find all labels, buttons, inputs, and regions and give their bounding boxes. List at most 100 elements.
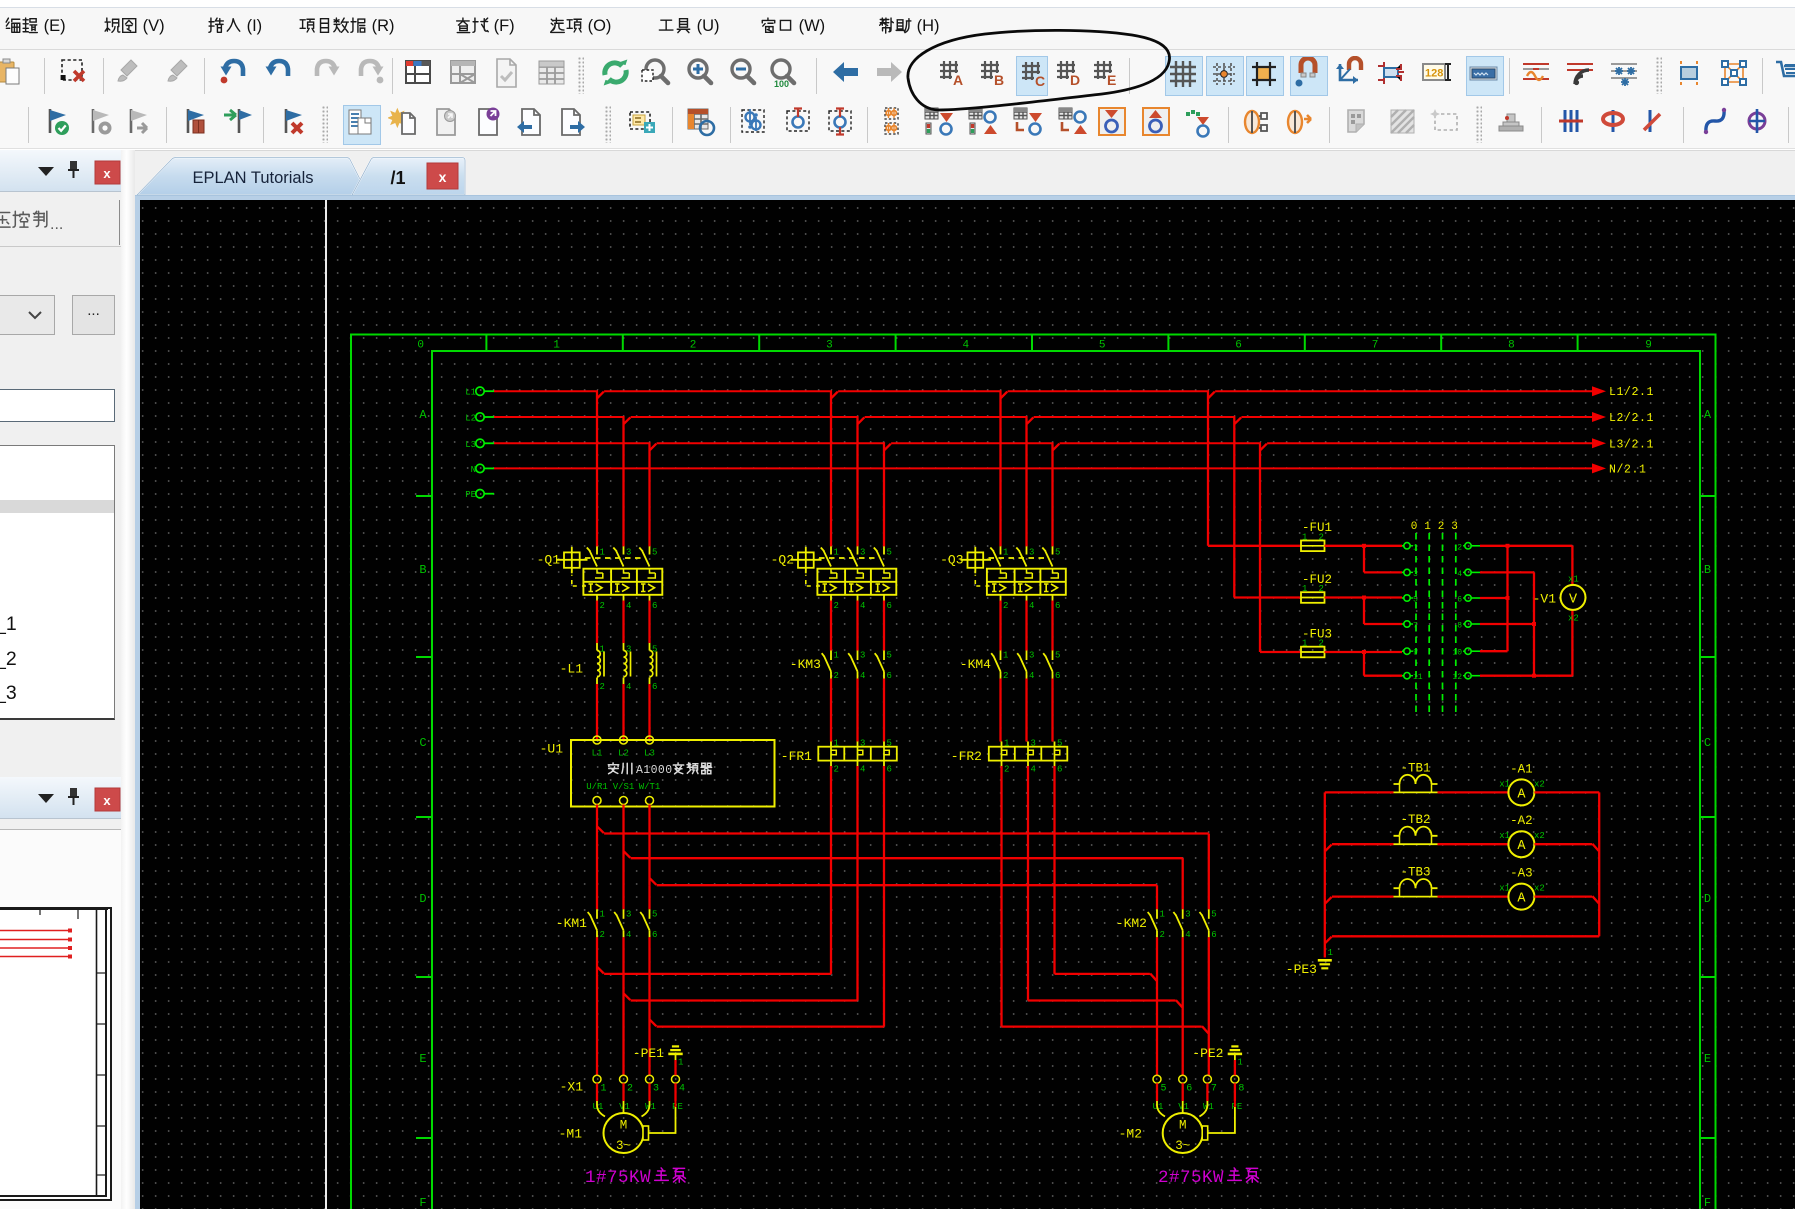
svg-text:L1: L1: [592, 749, 603, 759]
svg-text:M: M: [1179, 1119, 1187, 1133]
svg-text:3: 3: [1029, 548, 1034, 558]
svg-text:PE: PE: [672, 1102, 683, 1112]
svg-text:x2: x2: [1534, 884, 1545, 894]
svg-text:-PE2: -PE2: [1192, 1046, 1223, 1061]
svg-text:N/2.1: N/2.1: [1609, 463, 1647, 476]
svg-text:1: 1: [1004, 739, 1009, 749]
svg-text:C: C: [1704, 736, 1711, 750]
svg-text:-FU1: -FU1: [1302, 521, 1332, 535]
svg-text:6: 6: [887, 765, 892, 775]
svg-text:2: 2: [834, 671, 839, 681]
svg-text:-TB2: -TB2: [1400, 813, 1430, 827]
svg-text:PE: PE: [465, 490, 476, 500]
svg-text:4: 4: [860, 765, 865, 775]
svg-text:0: 0: [1411, 521, 1418, 533]
svg-text:3: 3: [1185, 909, 1190, 919]
svg-text:F: F: [419, 1196, 426, 1209]
svg-text:L1: L1: [465, 388, 476, 398]
svg-text:B: B: [419, 563, 426, 577]
svg-text:L2/2.1: L2/2.1: [1609, 412, 1654, 425]
svg-text:5: 5: [887, 651, 892, 661]
svg-text:1: 1: [600, 909, 605, 919]
svg-text:0: 0: [417, 340, 424, 352]
svg-text:4: 4: [1029, 601, 1034, 611]
svg-text:M: M: [620, 1119, 628, 1133]
svg-text:-Q1: -Q1: [537, 553, 561, 568]
svg-text:x2: x2: [1534, 831, 1545, 841]
svg-text:-PE1: -PE1: [633, 1046, 664, 1061]
svg-text:2: 2: [1004, 765, 1009, 775]
svg-text:E: E: [1107, 72, 1116, 88]
svg-text:5: 5: [1057, 739, 1062, 749]
svg-text:W/T1: W/T1: [639, 782, 661, 792]
svg-text:C: C: [1035, 73, 1045, 89]
svg-text:x: x: [103, 166, 111, 181]
svg-text:3: 3: [1451, 521, 1458, 533]
svg-text:x1: x1: [1568, 575, 1579, 585]
svg-text:2: 2: [690, 340, 697, 352]
svg-text:5: 5: [652, 909, 657, 919]
svg-text:x: x: [103, 793, 111, 808]
svg-text:6: 6: [887, 671, 892, 681]
svg-text:128: 128: [1425, 68, 1443, 80]
svg-text:F: F: [1704, 1196, 1711, 1209]
svg-text:4: 4: [1031, 765, 1036, 775]
svg-text:2: 2: [834, 765, 839, 775]
svg-text:L1/2.1: L1/2.1: [1609, 386, 1654, 399]
svg-text:B: B: [1704, 563, 1711, 577]
svg-text:3~: 3~: [1175, 1139, 1190, 1153]
svg-text:6: 6: [1211, 930, 1216, 940]
svg-text:3: 3: [653, 1084, 659, 1095]
svg-text:4: 4: [860, 671, 865, 681]
svg-text:-U1: -U1: [540, 742, 564, 757]
svg-text:3: 3: [860, 548, 865, 558]
svg-text:6: 6: [652, 682, 657, 692]
svg-text:3: 3: [1031, 739, 1036, 749]
svg-text:-X1: -X1: [560, 1080, 584, 1095]
svg-text:8: 8: [1457, 622, 1462, 631]
svg-text:11: 11: [1413, 673, 1423, 682]
svg-text:A: A: [953, 72, 963, 88]
svg-text:x1: x1: [1499, 831, 1510, 841]
svg-text:1: 1: [834, 739, 839, 749]
svg-text:E: E: [1704, 1052, 1711, 1066]
svg-text:-FU3: -FU3: [1302, 628, 1332, 642]
svg-text:A: A: [1704, 408, 1712, 422]
svg-text:C: C: [419, 736, 426, 750]
svg-text:6: 6: [1055, 671, 1060, 681]
svg-text:D: D: [419, 892, 426, 906]
svg-text:4: 4: [626, 930, 631, 940]
svg-text:-KM4: -KM4: [960, 657, 991, 672]
svg-text:x2: x2: [1568, 614, 1579, 624]
svg-text:A1000: A1000: [636, 764, 673, 777]
svg-text:5: 5: [1161, 1084, 1167, 1095]
svg-text:x1: x1: [1499, 884, 1510, 894]
svg-text:EPLAN Tutorials: EPLAN Tutorials: [192, 169, 313, 187]
svg-text:W1: W1: [645, 1102, 656, 1112]
svg-text:W1: W1: [1203, 1102, 1214, 1112]
svg-text:L3: L3: [465, 440, 476, 450]
svg-text:5: 5: [652, 548, 657, 558]
svg-text:/1: /1: [390, 168, 405, 188]
svg-text:6: 6: [652, 601, 657, 611]
svg-text:6: 6: [1235, 340, 1242, 352]
svg-text:5: 5: [887, 739, 892, 749]
svg-text:1: 1: [1003, 548, 1008, 558]
svg-text:3: 3: [860, 739, 865, 749]
svg-text:L3: L3: [644, 749, 655, 759]
svg-text:U/R1: U/R1: [586, 782, 608, 792]
svg-text:4: 4: [626, 682, 631, 692]
svg-text:5: 5: [1211, 909, 1216, 919]
svg-text:1: 1: [600, 548, 605, 558]
svg-text:1: 1: [678, 1058, 683, 1068]
svg-text:V1: V1: [1178, 1102, 1189, 1112]
svg-text:x2: x2: [1534, 779, 1545, 789]
svg-text:PE: PE: [1231, 1102, 1242, 1112]
svg-text:6: 6: [1055, 601, 1060, 611]
svg-text:-M2: -M2: [1119, 1127, 1142, 1142]
svg-text:3: 3: [626, 909, 631, 919]
svg-text:A: A: [1517, 839, 1526, 854]
svg-text:N: N: [471, 465, 476, 475]
svg-text:3: 3: [1029, 651, 1034, 661]
svg-text:5: 5: [1055, 548, 1060, 558]
